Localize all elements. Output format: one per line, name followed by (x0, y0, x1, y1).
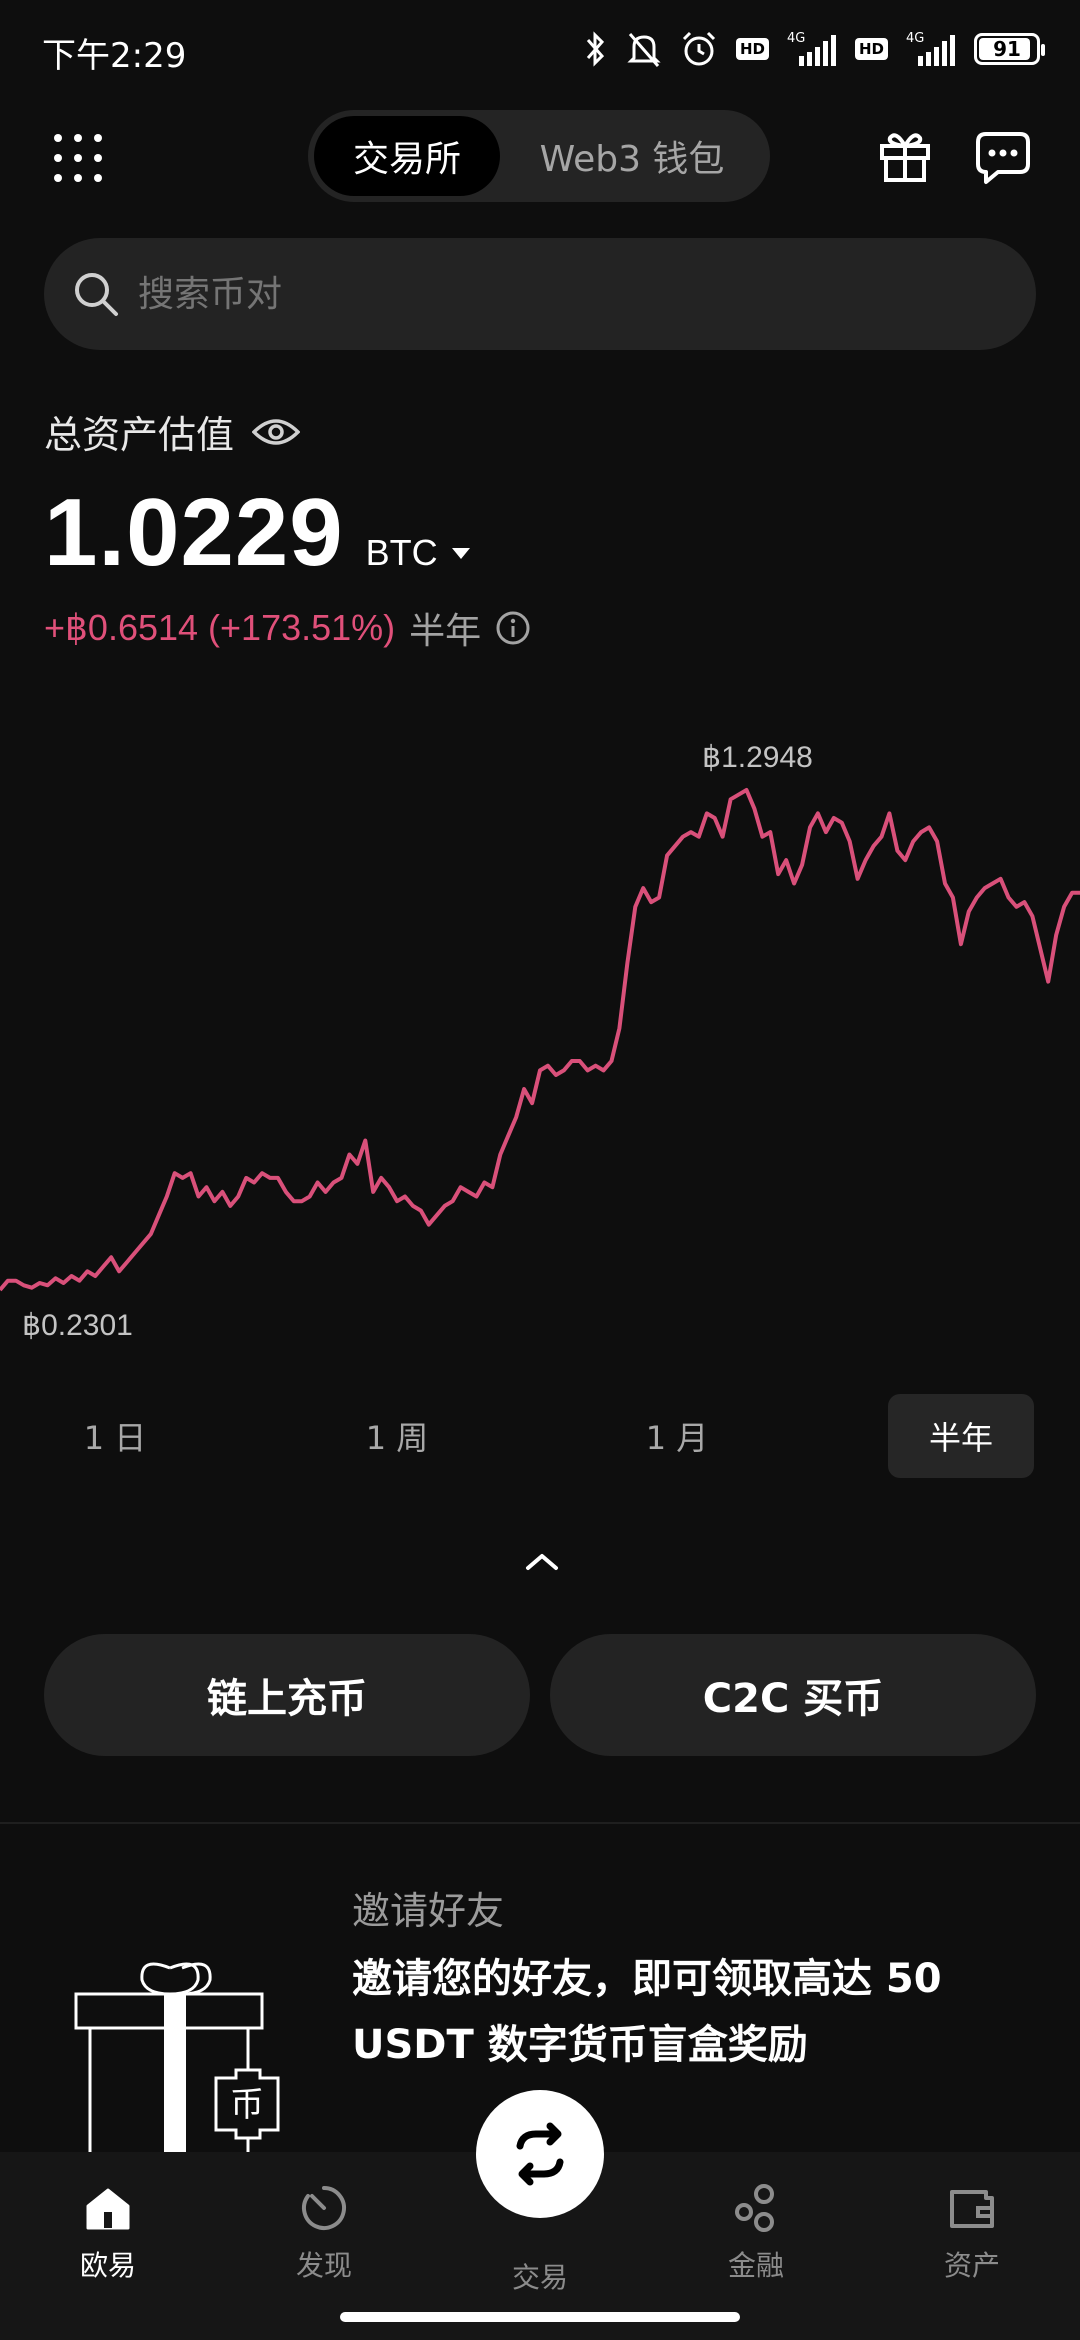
search-icon (75, 273, 118, 316)
nav-home-label: 欧易 (79, 2249, 136, 2282)
nav-assets[interactable]: 资产 (902, 2182, 1042, 2284)
tab-web3-wallet[interactable]: Web3 钱包 (500, 116, 764, 196)
tab-exchange[interactable]: 交易所 (314, 116, 500, 196)
chart-svg (0, 788, 1080, 1292)
menu-grid-icon[interactable] (50, 130, 106, 186)
status-time: 下午2:29 (42, 36, 187, 76)
eye-icon[interactable] (252, 416, 301, 448)
asset-chart[interactable]: ฿1.2948 ฿0.2301 (0, 690, 1080, 1370)
signal-icon: 4G (787, 31, 836, 66)
nav-finance-label: 金融 (727, 2249, 784, 2282)
chart-min-label: ฿0.2301 (22, 1309, 133, 1342)
total-assets-label: 总资产估值 (44, 413, 235, 457)
range-tab-6m[interactable]: 半年 (888, 1394, 1034, 1478)
battery-level: 91 (993, 37, 1021, 61)
coin-badge-text: 币 (230, 2085, 264, 2125)
asset-value-row: 1.0229 BTC (44, 478, 470, 588)
total-assets-value: 1.0229 (44, 479, 344, 586)
currency-selector[interactable]: BTC (366, 532, 470, 574)
chevron-up-icon[interactable] (524, 1550, 560, 1574)
svg-text:4G: 4G (787, 31, 805, 46)
app-root: 下午2:29 HD 4G HD 4G 91 交易所 Web3 钱包 搜索币对 总… (0, 0, 1080, 2340)
search-bar[interactable] (44, 238, 1036, 350)
trade-button[interactable] (476, 2090, 604, 2218)
signal-icon-2: 4G (906, 31, 955, 66)
nav-trade-label[interactable]: 交易 (470, 2256, 610, 2296)
deposit-button[interactable]: 链上充币 (44, 1634, 530, 1756)
bluetooth-icon (586, 31, 605, 67)
nav-discover-label: 发现 (295, 2249, 352, 2282)
pnl-row: +฿0.6514 (+173.51%) 半年 (44, 602, 531, 654)
info-icon[interactable] (495, 610, 531, 646)
search-input[interactable] (138, 273, 938, 315)
series-line (0, 788, 1080, 1292)
currency-unit: BTC (365, 532, 438, 573)
status-bar: 下午2:29 HD 4G HD 4G 91 (0, 0, 1080, 96)
pnl-value: +฿0.6514 (+173.51%) (44, 607, 396, 648)
range-tabs: 1 日 1 周 1 月 半年 (0, 1394, 1080, 1478)
nav-finance[interactable]: 金融 (686, 2182, 826, 2284)
range-tab-1m[interactable]: 1 月 (604, 1394, 750, 1478)
range-tab-1d[interactable]: 1 日 (42, 1394, 188, 1478)
chat-icon[interactable] (974, 128, 1032, 186)
status-icons: HD 4G HD 4G 91 (584, 28, 1045, 70)
finance-icon (735, 2184, 774, 2232)
home-icon (86, 2188, 130, 2230)
top-nav: 交易所 Web3 钱包 (0, 110, 1080, 206)
gift-icon[interactable] (876, 126, 934, 184)
promo-text[interactable]: 邀请您的好友，即可领取高达 50 USDT 数字货币盲盒奖励 (352, 1946, 1032, 2078)
c2c-buy-button[interactable]: C2C 买币 (550, 1634, 1036, 1756)
discover-icon (302, 2186, 346, 2230)
swap-icon (516, 2122, 564, 2186)
caret-down-icon (451, 548, 470, 559)
home-indicator (340, 2312, 740, 2322)
hd-badge-2: HD (854, 38, 888, 60)
nav-home[interactable]: 欧易 (38, 2182, 178, 2284)
battery-icon: 91 (974, 33, 1045, 65)
asset-label-row: 总资产估值 (44, 404, 301, 459)
promo-kicker: 邀请好友 (352, 1889, 505, 1933)
chart-max-label: ฿1.2948 (702, 741, 813, 774)
gift-box-illustration[interactable]: 币 (70, 1960, 330, 2160)
alarm-icon (682, 31, 716, 66)
nav-assets-label: 资产 (943, 2249, 1000, 2282)
pnl-period: 半年 (409, 611, 482, 652)
hd-badge: HD (735, 38, 769, 60)
wallet-icon (950, 2190, 994, 2228)
range-tab-1w[interactable]: 1 周 (324, 1394, 470, 1478)
section-divider (0, 1822, 1080, 1824)
mode-switch: 交易所 Web3 钱包 (308, 110, 770, 202)
nav-discover[interactable]: 发现 (254, 2182, 394, 2284)
mute-bell-icon (627, 33, 661, 67)
svg-text:4G: 4G (906, 31, 924, 46)
